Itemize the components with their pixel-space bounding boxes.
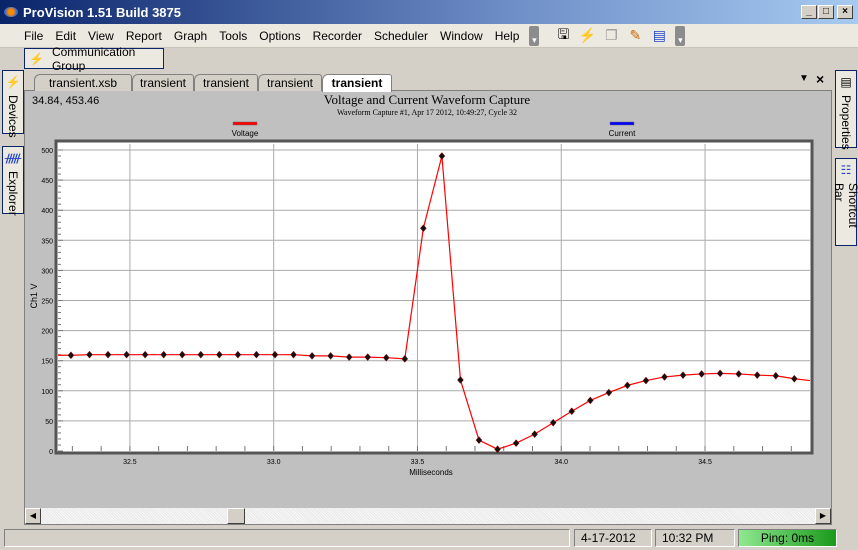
y-tick-label: 0 — [49, 449, 53, 456]
tab-transient-3[interactable]: transient — [194, 74, 258, 91]
menu-graph[interactable]: Graph — [168, 29, 213, 43]
minimize-button[interactable]: _ — [801, 5, 817, 19]
maximize-button[interactable]: □ — [818, 5, 834, 19]
chart-title: Voltage and Current Waveform Capture — [324, 92, 531, 107]
status-panel-main — [4, 529, 570, 547]
status-bar: 4-17-2012 10:32 PM Ping: 0ms — [0, 527, 858, 548]
y-tick-label: 450 — [41, 178, 53, 185]
lightning-icon: ⚡ — [5, 75, 21, 89]
x-tick-label: 32.5 — [123, 459, 137, 466]
side-tab-devices[interactable]: ⚡ Devices — [2, 70, 24, 138]
x-tick-label: 34.0 — [554, 459, 568, 466]
window-title: ProVision 1.51 Build 3875 — [23, 4, 181, 20]
menu-view[interactable]: View — [82, 29, 120, 43]
side-tab-devices-label: Devices — [6, 95, 20, 138]
side-tab-shortcut-bar-label: Shortcut Bar — [832, 183, 858, 228]
menu-options[interactable]: Options — [253, 29, 306, 43]
menu-help[interactable]: Help — [489, 29, 526, 43]
close-button[interactable]: × — [837, 5, 853, 19]
scroll-right-button[interactable]: ▶ — [815, 508, 831, 524]
save-report-icon[interactable]: 🖫 — [553, 26, 573, 45]
close-tab-icon[interactable]: × — [816, 71, 824, 87]
document-tabs: transient.xsb transient transient transi… — [24, 71, 832, 92]
side-tab-properties[interactable]: ▤ Properties — [835, 70, 857, 150]
menu-window[interactable]: Window — [434, 29, 489, 43]
communication-group-button[interactable]: ⚡ Communication Group — [24, 45, 164, 73]
x-axis-label: Milliseconds — [409, 468, 453, 477]
side-tab-explorer[interactable]: ᚏ Explorer — [2, 146, 24, 216]
pencil-icon[interactable]: ✎ — [625, 27, 645, 45]
y-tick-label: 150 — [41, 359, 53, 366]
y-tick-label: 500 — [41, 148, 53, 155]
side-tab-explorer-label: Explorer — [6, 171, 20, 216]
properties-icon: ▤ — [840, 75, 852, 89]
tab-transient-xsb[interactable]: transient.xsb — [34, 74, 132, 91]
x-tick-label: 34.5 — [698, 459, 712, 466]
status-date: 4-17-2012 — [574, 529, 652, 547]
y-tick-label: 50 — [45, 419, 53, 426]
legend-voltage-label: Voltage — [232, 129, 259, 138]
toolbar-overflow-button[interactable]: ▾ — [529, 25, 540, 46]
communication-icon: ⚡ — [29, 51, 44, 66]
toolbar-overflow-button-2[interactable]: ▾ — [675, 25, 686, 46]
x-tick-label: 33.0 — [267, 459, 281, 466]
y-axis-label: Ch1 V — [29, 283, 39, 308]
legend-voltage-swatch — [232, 121, 258, 126]
y-tick-label: 100 — [41, 389, 53, 396]
menu-file[interactable]: File — [18, 29, 49, 43]
y-tick-label: 350 — [41, 238, 53, 245]
chart-report-icon[interactable]: ▤ — [649, 27, 669, 45]
menu-edit[interactable]: Edit — [49, 29, 82, 43]
status-time: 10:32 PM — [655, 529, 735, 547]
y-tick-label: 400 — [41, 208, 53, 215]
tab-transient-active[interactable]: transient — [322, 74, 392, 92]
tab-transient-2[interactable]: transient — [132, 74, 194, 91]
y-tick-label: 250 — [41, 299, 53, 306]
copy-icon[interactable]: ❐ — [601, 27, 621, 45]
menu-recorder[interactable]: Recorder — [307, 29, 368, 43]
chart-subtitle: Waveform Capture #1, Apr 17 2012, 10:49:… — [337, 108, 517, 117]
communication-group-label: Communication Group — [51, 44, 136, 73]
app-logo-icon — [4, 7, 18, 17]
scroll-left-button[interactable]: ◀ — [25, 508, 41, 524]
tab-transient-4[interactable]: transient — [258, 74, 322, 91]
explorer-icon: ᚏ — [4, 151, 22, 165]
voltage-meter-icon[interactable]: ⚡ — [577, 27, 597, 45]
side-tab-properties-label: Properties — [839, 95, 853, 150]
shortcut-bar-icon: ☷ — [840, 163, 852, 177]
tab-list-dropdown-icon[interactable]: ▼ — [799, 73, 809, 84]
menu-report[interactable]: Report — [120, 29, 168, 43]
waveform-chart[interactable]: 34.84, 453.46 Voltage and Current Wavefo… — [25, 91, 831, 508]
status-ping: Ping: 0ms — [738, 529, 837, 547]
horizontal-scrollbar[interactable]: ◀ ▶ — [25, 508, 831, 524]
x-tick-label: 33.5 — [411, 459, 425, 466]
title-bar: ProVision 1.51 Build 3875 _ □ × — [0, 0, 858, 24]
scroll-thumb[interactable] — [227, 508, 245, 524]
menu-tools[interactable]: Tools — [213, 29, 253, 43]
side-tab-shortcut-bar[interactable]: ☷ Shortcut Bar — [832, 158, 858, 246]
y-tick-label: 200 — [41, 329, 53, 336]
legend-current-label: Current — [609, 129, 636, 138]
y-tick-label: 300 — [41, 268, 53, 275]
cursor-readout: 34.84, 453.46 — [32, 95, 99, 107]
menu-scheduler[interactable]: Scheduler — [368, 29, 434, 43]
legend-current-swatch — [609, 121, 635, 126]
